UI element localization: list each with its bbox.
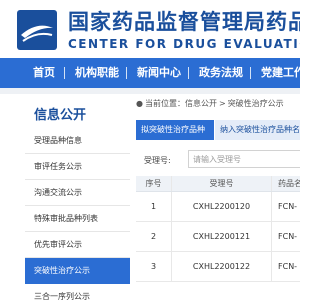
nav-divider <box>250 67 251 79</box>
site-header: 国家药品监督管理局药品审评中心 CENTER FOR DRUG EVALUATI… <box>0 0 300 58</box>
breadcrumb-prefix: 当前位置： <box>144 99 185 108</box>
sidebar-item-communication[interactable]: 沟通交流公示 <box>25 180 130 206</box>
tab-proposed-breakthrough[interactable]: 拟突破性治疗品种 <box>136 120 214 140</box>
table-header: 序号 受理号 药品名称 <box>136 176 300 192</box>
row-drug-name: FCN- <box>278 232 298 241</box>
main-nav: 首页 机构职能 新闻中心 政务法规 党建工作 <box>0 58 300 88</box>
nav-divider <box>188 67 189 79</box>
row-acceptance-number: CXHL2200122 <box>172 252 272 281</box>
acceptance-number-input[interactable] <box>188 150 300 168</box>
nav-item-regulations[interactable]: 政务法规 <box>199 58 243 88</box>
breadcrumb-separator: > <box>218 99 226 108</box>
cde-logo-icon[interactable] <box>17 10 57 50</box>
nav-item-party-work[interactable]: 党建工作 <box>261 58 300 88</box>
sidebar-title: 信息公开 <box>34 108 87 123</box>
sidebar-item-acceptance-info[interactable]: 受理品种信息 <box>25 128 130 154</box>
sidebar-item-three-in-one[interactable]: 三合一序列公示 <box>25 284 130 300</box>
tab-bar: 拟突破性治疗品种 纳入突破性治疗品种名单 <box>136 120 300 140</box>
table-row[interactable]: 3 CXHL2200122 FCN- <box>136 252 300 282</box>
column-header-acceptance-number: 受理号 <box>172 176 272 191</box>
nav-item-organization[interactable]: 机构职能 <box>75 58 119 88</box>
sidebar-item-breakthrough-therapy[interactable]: 突破性治疗公示 <box>25 258 130 284</box>
nav-item-home[interactable]: 首页 <box>33 58 55 88</box>
sidebar-item-special-approval[interactable]: 特殊审批品种列表 <box>25 206 130 232</box>
breadcrumb-current: 突破性治疗公示 <box>227 99 284 108</box>
table-row[interactable]: 2 CXHL2200121 FCN- <box>136 222 300 252</box>
row-index: 1 <box>136 192 172 221</box>
breadcrumb: ● 当前位置：信息公开 > 突破性治疗公示 <box>136 98 284 109</box>
sidebar-item-priority-review[interactable]: 优先审评公示 <box>25 232 130 258</box>
sidebar: 信息公开 受理品种信息 审评任务公示 沟通交流公示 特殊审批品种列表 优先审评公… <box>0 94 130 300</box>
table-row[interactable]: 1 CXHL2200120 FCN- <box>136 192 300 222</box>
breadcrumb-link-info-disclosure[interactable]: 信息公开 <box>185 99 217 108</box>
column-header-drug-name: 药品名称 <box>278 179 300 188</box>
main-content: ● 当前位置：信息公开 > 突破性治疗公示 拟突破性治疗品种 纳入突破性治疗品种名单 … <box>130 94 300 300</box>
nav-divider <box>126 67 127 79</box>
row-drug-name: FCN- <box>278 262 298 271</box>
site-subtitle: CENTER FOR DRUG EVALUATION, NMPA <box>68 37 300 51</box>
row-index: 3 <box>136 252 172 281</box>
acceptance-number-label: 受理号: <box>144 156 171 165</box>
sidebar-item-review-tasks[interactable]: 审评任务公示 <box>25 154 130 180</box>
column-header-index: 序号 <box>136 176 172 191</box>
row-drug-name: FCN- <box>278 202 298 211</box>
row-acceptance-number: CXHL2200121 <box>172 222 272 251</box>
tab-included-breakthrough[interactable]: 纳入突破性治疗品种名单 <box>215 120 300 140</box>
row-acceptance-number: CXHL2200120 <box>172 192 272 221</box>
nav-divider <box>64 67 65 79</box>
nav-item-news[interactable]: 新闻中心 <box>137 58 181 88</box>
site-title: 国家药品监督管理局药品审评中心 <box>68 10 300 34</box>
row-index: 2 <box>136 222 172 251</box>
location-pin-icon: ● <box>136 99 143 108</box>
